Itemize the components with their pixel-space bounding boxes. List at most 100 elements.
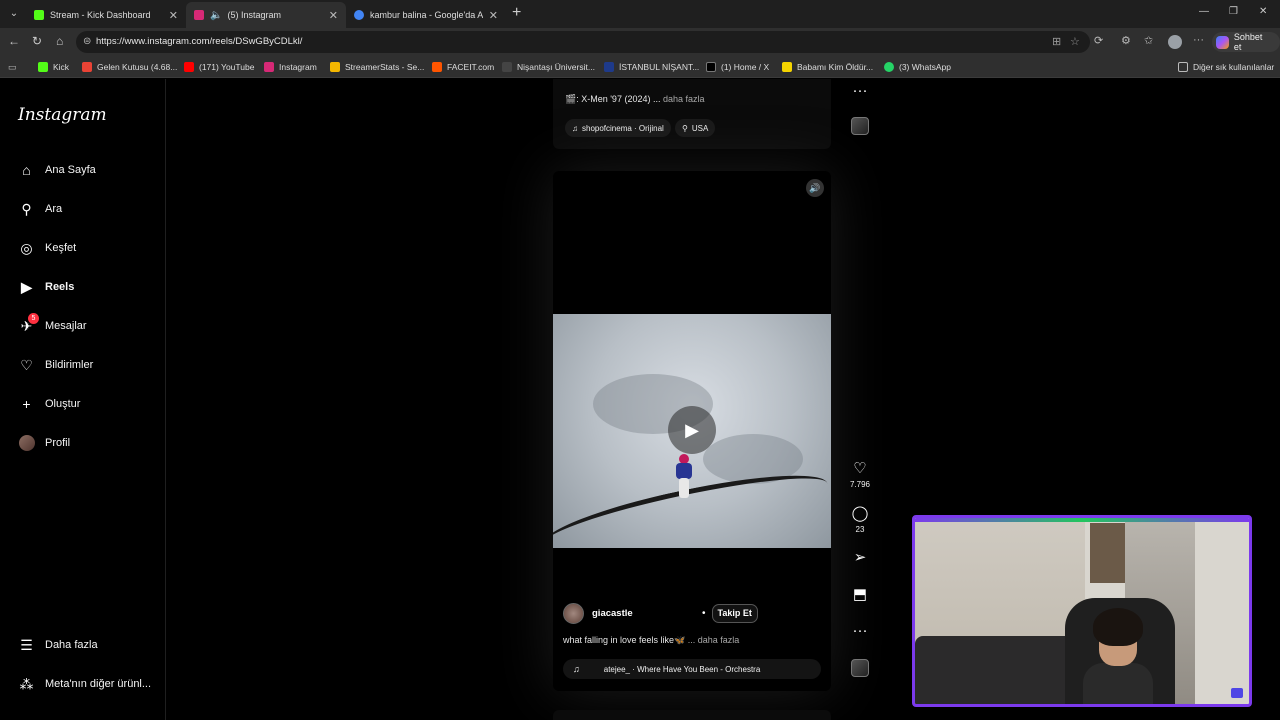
favorite-star-icon[interactable]: ☆ <box>1070 35 1080 48</box>
bookmark-istanbul-nisantasi[interactable]: İSTANBUL NİŞANT... <box>604 61 699 73</box>
bookmark-label: Diğer sık kullanılanlar <box>1193 62 1275 72</box>
tab-close-icon[interactable]: ✕ <box>169 9 178 22</box>
bookmark-instagram[interactable]: Instagram <box>264 61 317 73</box>
more-link[interactable]: daha fazla <box>663 94 705 104</box>
more-icon: ··· <box>852 622 868 639</box>
instagram-logo[interactable]: Instagram <box>18 105 107 125</box>
extensions-icon[interactable]: ⟳ <box>1094 34 1103 47</box>
back-icon[interactable]: ← <box>8 34 20 48</box>
sidebar-item-label: Oluştur <box>45 398 81 410</box>
restore-icon[interactable]: ❐ <box>1229 6 1238 17</box>
share-button[interactable]: ➢ <box>845 549 875 567</box>
address-bar[interactable]: ⊜ https://www.instagram.com/reels/DSwGBy… <box>76 31 1090 53</box>
copilot-label: Sohbet et <box>1233 32 1263 52</box>
previous-reel-caption[interactable]: 🎬: X-Men '97 (2024) ... daha fazla <box>565 94 705 105</box>
copilot-button[interactable]: Sohbet et <box>1212 32 1280 52</box>
window-close-icon[interactable]: ✕ <box>1259 6 1267 17</box>
kick-favicon-icon <box>34 10 44 20</box>
sidebar-item-profile[interactable]: Profil <box>18 433 70 453</box>
reel-audio[interactable]: ♫ atejee_ · Where Have You Been - Orches… <box>563 659 821 679</box>
settings-more-icon[interactable]: ··· <box>1193 34 1204 46</box>
bookmark-streamerstats[interactable]: StreamerStats - Se... <box>330 61 424 73</box>
share-icon: ➢ <box>853 549 867 566</box>
audio-thumbnail[interactable] <box>851 659 869 677</box>
sidebar-toggle-icon[interactable]: ▭ <box>8 62 17 73</box>
bookmark-label: Nişantaşı Üniversit... <box>517 62 595 72</box>
tab-close-icon[interactable]: ✕ <box>489 9 498 22</box>
sidebar-item-label: Daha fazla <box>45 639 98 651</box>
faceit-icon <box>432 62 442 72</box>
comment-button[interactable]: ◯ 23 <box>845 505 875 534</box>
app-available-icon[interactable]: ⊞ <box>1052 35 1061 48</box>
x-icon <box>706 62 716 72</box>
gmail-icon <box>82 62 92 72</box>
sidebar-item-label: Ana Sayfa <box>45 164 96 176</box>
more-options-button[interactable]: ··· <box>845 622 875 640</box>
youtube-icon <box>184 62 194 72</box>
other-bookmarks[interactable]: Diğer sık kullanılanlar <box>1178 61 1274 73</box>
browser-essentials-icon[interactable]: ⚙ <box>1121 34 1131 47</box>
heart-icon: ♡ <box>853 460 867 477</box>
favorites-icon[interactable]: ✩ <box>1144 34 1153 47</box>
sidebar-item-notifications[interactable]: ♡ Bildirimler <box>18 355 93 375</box>
new-tab-button[interactable]: + <box>512 5 521 21</box>
audio-toggle-icon[interactable]: 🔊 <box>806 179 824 197</box>
follow-button[interactable]: Takip Et <box>711 603 758 623</box>
bookmark-faceit[interactable]: FACEIT.com <box>432 61 494 73</box>
skydiver-figure <box>673 454 695 500</box>
bookmark-x[interactable]: (1) Home / X <box>706 61 769 73</box>
bookmark-label: Babamı Kim Öldür... <box>797 62 874 72</box>
previous-audio-thumbnail[interactable] <box>851 117 869 135</box>
sidebar-item-home[interactable]: ⌂ Ana Sayfa <box>18 160 96 180</box>
tab-google-search[interactable]: kambur balina - Google'da Ara ✕ <box>346 2 506 28</box>
sidebar-item-explore[interactable]: ◎ Keşfet <box>18 238 76 258</box>
screen: ⌄ Stream - Kick Dashboard ✕ 🔈 (5) Instag… <box>0 0 1280 720</box>
tab-list-chevron-icon[interactable]: ⌄ <box>6 5 22 23</box>
sidebar-item-create[interactable]: + Oluştur <box>18 394 80 414</box>
sidebar-item-messages[interactable]: ✈ 5 Mesajlar <box>18 312 87 336</box>
reel-caption[interactable]: what falling in love feels like🦋 ... dah… <box>563 635 739 646</box>
bookmark-babami-kim-oldurdu[interactable]: Babamı Kim Öldür... <box>782 61 873 73</box>
bookmark-icon: ⬒ <box>852 586 868 603</box>
bookmark-gmail[interactable]: Gelen Kutusu (4.68... <box>82 61 177 73</box>
speaker-icon[interactable]: 🔈 <box>210 10 222 21</box>
bookmark-label: FACEIT.com <box>447 62 495 72</box>
bookmark-youtube[interactable]: (171) YouTube <box>184 61 254 73</box>
streamer-figure <box>1083 608 1153 704</box>
music-note-icon: ♫ <box>572 123 578 133</box>
like-button[interactable]: ♡ 7.796 <box>845 460 875 489</box>
tab-close-icon[interactable]: ✕ <box>329 9 338 22</box>
site-info-icon[interactable]: ⊜ <box>83 36 91 47</box>
previous-reel-location[interactable]: ⚲ USA <box>675 119 716 137</box>
minimize-icon[interactable]: — <box>1199 6 1209 17</box>
browser-profile-avatar[interactable] <box>1168 35 1182 49</box>
play-icon[interactable]: ▶ <box>668 406 716 454</box>
author-avatar[interactable] <box>563 602 584 624</box>
heart-icon: ♡ <box>20 356 33 373</box>
previous-more-button[interactable]: ··· <box>845 82 875 100</box>
bookmark-whatsapp[interactable]: (3) WhatsApp <box>884 61 951 73</box>
sidebar-item-more[interactable]: ☰ Daha fazla <box>18 635 98 655</box>
kick-icon <box>38 62 48 72</box>
browser-tabbar: ⌄ Stream - Kick Dashboard ✕ 🔈 (5) Instag… <box>0 0 1280 28</box>
sidebar-item-reels[interactable]: ▶ Reels <box>18 277 74 297</box>
tab-title: kambur balina - Google'da Ara <box>370 10 483 20</box>
bookmark-kick[interactable]: Kick <box>38 61 69 73</box>
sidebar-item-search[interactable]: ⚲ Ara <box>18 199 62 219</box>
tab-instagram[interactable]: 🔈 (5) Instagram ✕ <box>186 2 346 28</box>
previous-reel-audio[interactable]: ♫ shopofcinema · Orijinal <box>565 119 671 137</box>
more-link[interactable]: ... daha fazla <box>688 635 740 645</box>
author-name[interactable]: giacastle <box>592 608 692 619</box>
bookmark-label: Kick <box>53 62 70 72</box>
reel-video[interactable]: ▶ <box>553 314 831 548</box>
save-button[interactable]: ⬒ <box>845 586 875 604</box>
bookmark-nisantasi[interactable]: Nişantaşı Üniversit... <box>502 61 595 73</box>
tab-kick-dashboard[interactable]: Stream - Kick Dashboard ✕ <box>26 2 186 28</box>
sidebar-item-meta-apps[interactable]: ⁂ Meta'nın diğer ürünl... <box>18 674 152 694</box>
reload-icon[interactable]: ↻ <box>32 34 42 48</box>
bookmark-label: Instagram <box>279 62 317 72</box>
home-icon[interactable]: ⌂ <box>56 34 63 48</box>
unread-badge: 5 <box>28 312 39 324</box>
bookmark-label: (3) WhatsApp <box>899 62 951 72</box>
url-text[interactable]: https://www.instagram.com/reels/DSwGByCD… <box>96 36 302 47</box>
